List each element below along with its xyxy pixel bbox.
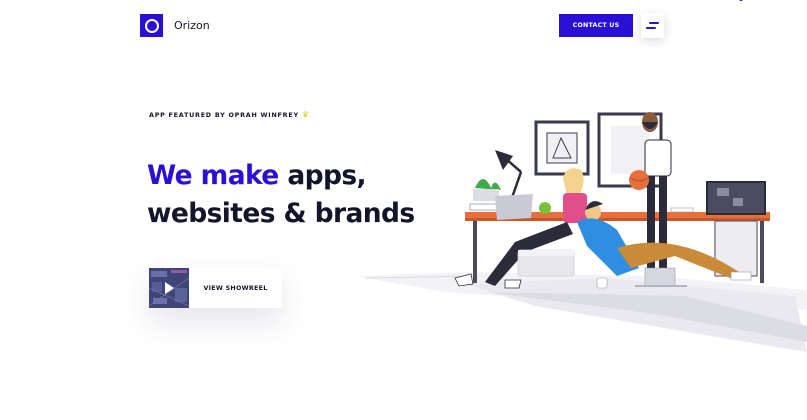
brand-name[interactable]: Orizon <box>174 19 210 32</box>
headline-accent: We make <box>147 160 279 191</box>
ring-logo-icon[interactable] <box>140 14 163 37</box>
view-showreel-button[interactable]: VIEW SHOWREEL <box>149 268 282 308</box>
play-icon[interactable] <box>165 282 174 294</box>
crown-icon: ♛ <box>301 110 310 119</box>
corner-dot <box>739 0 743 1</box>
office-team-illustration <box>355 112 807 352</box>
contact-us-button[interactable]: CONTACT US <box>559 14 633 37</box>
featured-tagline: APP FEATURED BY OPRAH WINFREY ♛ <box>149 110 310 119</box>
showreel-thumbnail[interactable] <box>149 268 189 308</box>
landing-page: Orizon CONTACT US APP FEATURED BY OPRAH … <box>0 0 807 420</box>
featured-text: APP FEATURED BY OPRAH WINFREY <box>149 111 299 119</box>
hamburger-menu-icon[interactable] <box>641 13 664 38</box>
showreel-label[interactable]: VIEW SHOWREEL <box>189 268 282 308</box>
